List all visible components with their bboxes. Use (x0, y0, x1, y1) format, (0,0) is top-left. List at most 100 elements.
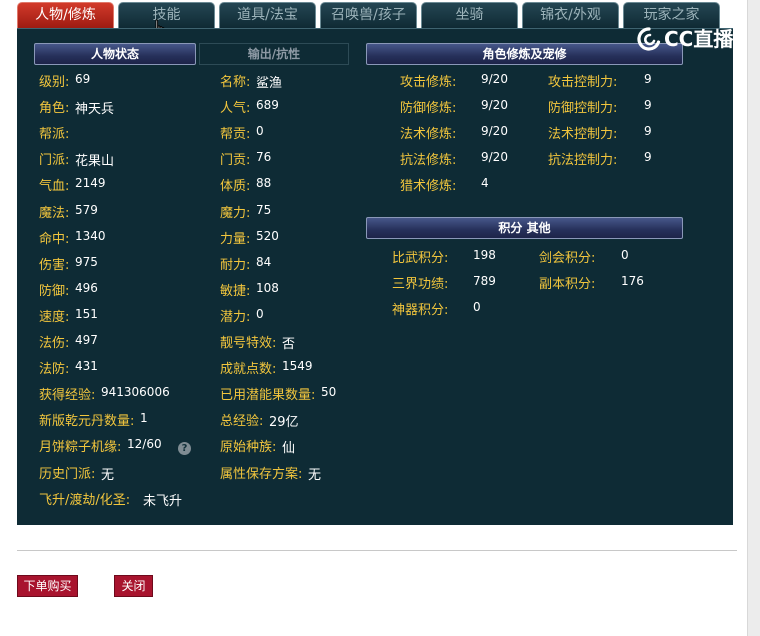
stat-label: 命中: (39, 231, 70, 247)
stat-value: 未飞升 (143, 493, 183, 509)
stat-label: 猎术修炼: (400, 179, 457, 195)
stat-label: 比武积分: (392, 251, 449, 266)
stat-value: 0 (256, 306, 264, 321)
stat-label: 法术修炼: (400, 127, 457, 143)
tab-bar: 人物/修炼 技能 道具/法宝 召唤兽/孩子 坐骑 锦衣/外观 玩家之家 (17, 2, 733, 29)
window-scrollbar[interactable] (747, 0, 760, 636)
stat-label: 攻击控制力: (548, 75, 618, 90)
stat-value: 176 (621, 274, 644, 289)
stat-label: 原始种族: (220, 440, 277, 456)
stat-value: 9/20 (481, 150, 508, 165)
cc-logo-icon (637, 27, 661, 51)
stat-label: 耐力: (220, 257, 251, 273)
stat-value: 9 (644, 150, 652, 165)
stat-value: 151 (75, 306, 98, 321)
stat-label: 帮派: (39, 127, 70, 143)
stat-value: 520 (256, 228, 279, 243)
stat-label: 帮贡: (220, 127, 251, 143)
stat-label: 力量: (220, 231, 251, 247)
stat-value: 579 (75, 202, 98, 217)
stat-value: 1549 (282, 359, 313, 374)
stat-value: 50 (321, 385, 337, 400)
stat-label: 剑会积分: (539, 251, 596, 266)
stat-label: 名称: (220, 75, 251, 90)
stat-label: 法伤: (39, 336, 70, 351)
stat-label: 体质: (220, 179, 251, 195)
stat-value: 75 (256, 202, 272, 217)
stat-value: 神天兵 (75, 102, 115, 118)
stat-value: 9 (644, 124, 652, 139)
stat-value: 12/60 (127, 437, 162, 452)
tab-summons[interactable]: 召唤兽/孩子 (320, 2, 417, 28)
main-panel: 人物状态 输出/抗性 角色修炼及宠修 积分 其他 级别: 69 角色: 神天兵 帮派: 门… (17, 28, 733, 525)
stat-label: 魔力: (220, 205, 251, 221)
stat-value: 975 (75, 254, 98, 269)
tab-outfits[interactable]: 锦衣/外观 (522, 2, 619, 28)
stat-label: 敏捷: (220, 283, 251, 299)
stat-label: 飞升/渡劫/化圣: (39, 492, 131, 508)
stat-value: 9/20 (481, 98, 508, 113)
tab-mounts[interactable]: 坐骑 (421, 2, 518, 28)
stat-label: 法术控制力: (548, 127, 618, 143)
stat-value: 108 (256, 280, 279, 295)
buy-button[interactable]: 下单购买 (17, 575, 78, 597)
tab-items[interactable]: 道具/法宝 (219, 2, 316, 28)
stat-label: 总经验: (220, 414, 264, 430)
stat-value: 9 (644, 72, 652, 86)
close-button[interactable]: 关闭 (114, 575, 153, 597)
stat-label: 防御控制力: (548, 101, 618, 117)
stat-value: 496 (75, 280, 98, 295)
stat-value: 无 (101, 467, 115, 483)
stat-label: 法防: (39, 362, 70, 378)
character-status-header[interactable]: 人物状态 (34, 43, 196, 65)
help-icon[interactable]: ? (178, 442, 191, 455)
stat-label: 三界功绩: (392, 277, 449, 293)
stat-value: 0 (621, 248, 629, 262)
stat-value: 1340 (75, 228, 106, 243)
stat-label: 防御: (39, 283, 70, 299)
stat-value: 431 (75, 359, 98, 374)
stat-label: 速度: (39, 309, 70, 325)
stat-label: 属性保存方案: (220, 466, 303, 482)
tab-home[interactable]: 玩家之家 (623, 2, 720, 28)
stat-value: 鲨渔 (256, 76, 283, 91)
output-resistance-tab[interactable]: 输出/抗性 (199, 43, 349, 65)
stat-value: 0 (473, 300, 481, 315)
stat-value: 无 (308, 467, 322, 483)
stat-value: 9/20 (481, 72, 508, 86)
stat-value: 29亿 (269, 415, 299, 431)
tab-character[interactable]: 人物/修炼 (17, 2, 114, 28)
stat-value: 9/20 (481, 124, 508, 139)
stat-label: 月饼粽子机缘: (39, 440, 122, 456)
stat-label: 新版乾元丹数量: (39, 414, 135, 430)
stat-value: 否 (282, 337, 296, 352)
stat-label: 历史门派: (39, 466, 96, 482)
stat-label: 气血: (39, 179, 70, 195)
stat-value: 88 (256, 176, 272, 191)
stat-label: 获得经验: (39, 388, 96, 404)
stat-label: 抗法修炼: (400, 153, 457, 169)
stat-label: 人气: (220, 101, 251, 117)
stat-label: 已用潜能果数量: (220, 388, 316, 404)
stat-label: 攻击修炼: (400, 75, 457, 90)
stat-value: 69 (75, 72, 91, 86)
stat-label: 成就点数: (220, 362, 277, 378)
stat-label: 魔法: (39, 205, 70, 221)
stat-label: 门贡: (220, 153, 251, 169)
divider (17, 550, 737, 551)
stat-value: 689 (256, 98, 279, 113)
stat-value: 198 (473, 248, 496, 262)
stat-value: 76 (256, 150, 272, 165)
stat-value: 0 (256, 124, 264, 139)
stat-value: 仙 (282, 441, 296, 457)
stat-value: 4 (481, 176, 489, 191)
stat-label: 伤害: (39, 257, 70, 273)
stat-label: 潜力: (220, 309, 251, 325)
stat-label: 抗法控制力: (548, 153, 618, 169)
stat-value: 花果山 (75, 154, 115, 170)
stat-value: 84 (256, 254, 272, 269)
stat-label: 级别: (39, 75, 70, 90)
stat-value: 2149 (75, 176, 106, 191)
stat-label: 门派: (39, 153, 70, 169)
stat-label: 防御修炼: (400, 101, 457, 117)
